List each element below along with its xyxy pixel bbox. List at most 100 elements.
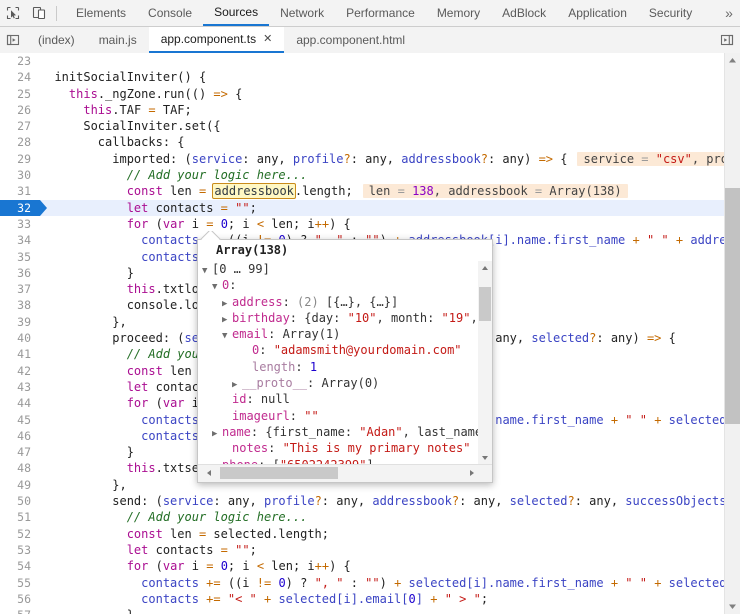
tab-performance[interactable]: Performance — [335, 0, 426, 26]
expand-triangle-down-icon[interactable]: ▼ — [212, 279, 222, 295]
code-line[interactable]: 32 let contacts = ""; — [0, 199, 725, 216]
tab-adblock[interactable]: AdBlock — [491, 0, 557, 26]
line-number[interactable]: 43 — [0, 379, 40, 395]
highlighted-token[interactable]: addressbook — [212, 183, 296, 200]
line-number[interactable]: 47 — [0, 444, 40, 460]
line-number[interactable]: 46 — [0, 428, 40, 444]
show-navigator-icon[interactable] — [0, 27, 26, 53]
tab-application[interactable]: Application — [557, 0, 638, 26]
inspect-cursor-icon[interactable] — [0, 0, 26, 26]
expand-triangle-down-icon[interactable]: ▼ — [202, 263, 212, 279]
line-number[interactable]: 36 — [0, 265, 40, 281]
object-property-row[interactable]: ▶ name: {first_name: "Adan", last_name — [202, 424, 478, 440]
tab-console[interactable]: Console — [137, 0, 203, 26]
line-number[interactable]: 40 — [0, 330, 40, 346]
line-number[interactable]: 23 — [0, 53, 40, 69]
line-number[interactable]: 33 — [0, 216, 40, 232]
scroll-up-arrow-icon[interactable] — [725, 53, 740, 68]
line-number[interactable]: 48 — [0, 460, 40, 476]
code-line[interactable]: 29 imported: (service: any, profile?: an… — [0, 151, 725, 167]
line-number[interactable]: 57 — [0, 607, 40, 614]
line-number[interactable]: 52 — [0, 526, 40, 542]
tab-elements[interactable]: Elements — [65, 0, 137, 26]
line-number[interactable]: 26 — [0, 102, 40, 118]
line-number[interactable]: 49 — [0, 477, 40, 493]
scroll-down-arrow-icon[interactable] — [478, 451, 492, 464]
code-line[interactable]: 30 // Add your logic here... — [0, 167, 725, 183]
line-number[interactable]: 29 — [0, 151, 40, 167]
line-number[interactable]: 50 — [0, 493, 40, 509]
line-number[interactable]: 24 — [0, 69, 40, 85]
line-number[interactable]: 25 — [0, 86, 40, 102]
line-number[interactable]: 55 — [0, 575, 40, 591]
object-property-row[interactable]: ▼ [0 … 99] — [202, 261, 478, 277]
file-tab-app-component-html[interactable]: app.component.html — [284, 27, 417, 53]
object-property-row[interactable]: imageurl: "" — [202, 408, 478, 424]
object-value-popover[interactable]: Array(138) ▼ [0 … 99] ▼ 0: ▶ address: (2) [{…… — [197, 239, 493, 483]
file-tab-app-component-ts[interactable]: app.component.ts ✕ — [148, 27, 285, 53]
device-toggle-icon[interactable] — [26, 0, 52, 26]
scroll-right-arrow-icon[interactable] — [465, 467, 478, 479]
popover-vertical-scrollbar[interactable] — [478, 261, 492, 464]
object-property-row[interactable]: ▶ __proto__: Array(0) — [202, 375, 478, 391]
code-line[interactable]: 51 // Add your logic here... — [0, 509, 725, 525]
line-number[interactable]: 45 — [0, 412, 40, 428]
code-line[interactable]: 33 for (var i = 0; i < len; i++) { — [0, 216, 725, 232]
code-line[interactable]: 53 let contacts = ""; — [0, 542, 725, 558]
code-line[interactable]: 55 contacts += ((i != 0) ? ", " : "") + … — [0, 575, 725, 591]
scroll-up-arrow-icon[interactable] — [478, 261, 492, 274]
code-line[interactable]: 24 initSocialInviter() { — [0, 69, 725, 85]
code-line[interactable]: 31 const len = addressbook.length; len = … — [0, 183, 725, 200]
file-tab-mainjs[interactable]: main.js — [87, 27, 149, 53]
object-property-row[interactable]: ▼ email: Array(1) — [202, 326, 478, 342]
inline-variable-value[interactable]: service = "csv", profile = { — [577, 151, 725, 166]
close-icon[interactable]: ✕ — [263, 33, 272, 45]
object-property-row[interactable]: 0: "adamsmith@yourdomain.com" — [202, 342, 478, 358]
line-number[interactable]: 28 — [0, 134, 40, 150]
line-number[interactable]: 42 — [0, 363, 40, 379]
code-line[interactable]: 54 for (var i = 0; i < len; i++) { — [0, 558, 725, 574]
scrollbar-thumb[interactable] — [725, 188, 740, 424]
object-property-row[interactable]: ▶ birthday: {day: "10", month: "19", — [202, 310, 478, 326]
file-tab-index[interactable]: (index) — [26, 27, 87, 53]
line-number[interactable]: 37 — [0, 281, 40, 297]
expand-triangle-down-icon[interactable]: ▼ — [222, 328, 232, 344]
object-property-row[interactable]: ▶phone: ["6502242399"] — [202, 457, 478, 464]
tab-memory[interactable]: Memory — [426, 0, 491, 26]
tab-network[interactable]: Network — [269, 0, 335, 26]
tab-sources[interactable]: Sources — [203, 0, 270, 26]
code-line[interactable]: 52 const len = selected.length; — [0, 526, 725, 542]
line-number[interactable]: 44 — [0, 395, 40, 411]
popover-object-tree[interactable]: ▼ [0 … 99] ▼ 0: ▶ address: (2) [{…}, {…}] ▶ bir… — [198, 261, 478, 464]
line-number[interactable]: 35 — [0, 249, 40, 265]
line-number[interactable]: 34 — [0, 232, 40, 248]
popover-scrollbar-thumb[interactable] — [479, 287, 491, 321]
line-number[interactable]: 41 — [0, 346, 40, 362]
line-number[interactable]: 32 — [0, 199, 40, 216]
code-line[interactable]: 27 SocialInviter.set({ — [0, 118, 725, 134]
line-number[interactable]: 39 — [0, 314, 40, 330]
code-line[interactable]: 25 this._ngZone.run(() => { — [0, 86, 725, 102]
object-property-row[interactable]: length: 1 — [202, 359, 478, 375]
line-number[interactable]: 51 — [0, 509, 40, 525]
object-property-row[interactable]: id: null — [202, 391, 478, 407]
code-line[interactable]: 28 callbacks: { — [0, 134, 725, 150]
code-line[interactable]: 50 send: (service: any, profile?: any, a… — [0, 493, 725, 509]
show-debugger-icon[interactable] — [714, 27, 740, 53]
line-number[interactable]: 38 — [0, 297, 40, 313]
line-number[interactable]: 31 — [0, 183, 40, 199]
popover-hscrollbar-thumb[interactable] — [220, 467, 338, 479]
popover-horizontal-scrollbar[interactable] — [198, 464, 492, 482]
line-number[interactable]: 30 — [0, 167, 40, 183]
expand-triangle-right-icon[interactable]: ▶ — [212, 426, 222, 442]
inline-variable-value[interactable]: len = 138, addressbook = Array(138) — [362, 184, 628, 199]
tab-security[interactable]: Security — [638, 0, 703, 26]
panel-overflow-button[interactable]: » — [718, 0, 740, 26]
line-number[interactable]: 54 — [0, 558, 40, 574]
line-number[interactable]: 53 — [0, 542, 40, 558]
code-line[interactable]: 23 — [0, 53, 725, 69]
line-number[interactable]: 27 — [0, 118, 40, 134]
object-property-row[interactable]: ▶ address: (2) [{…}, {…}] — [202, 294, 478, 310]
editor-vertical-scrollbar[interactable] — [724, 53, 740, 614]
scroll-down-arrow-icon[interactable] — [725, 599, 740, 614]
